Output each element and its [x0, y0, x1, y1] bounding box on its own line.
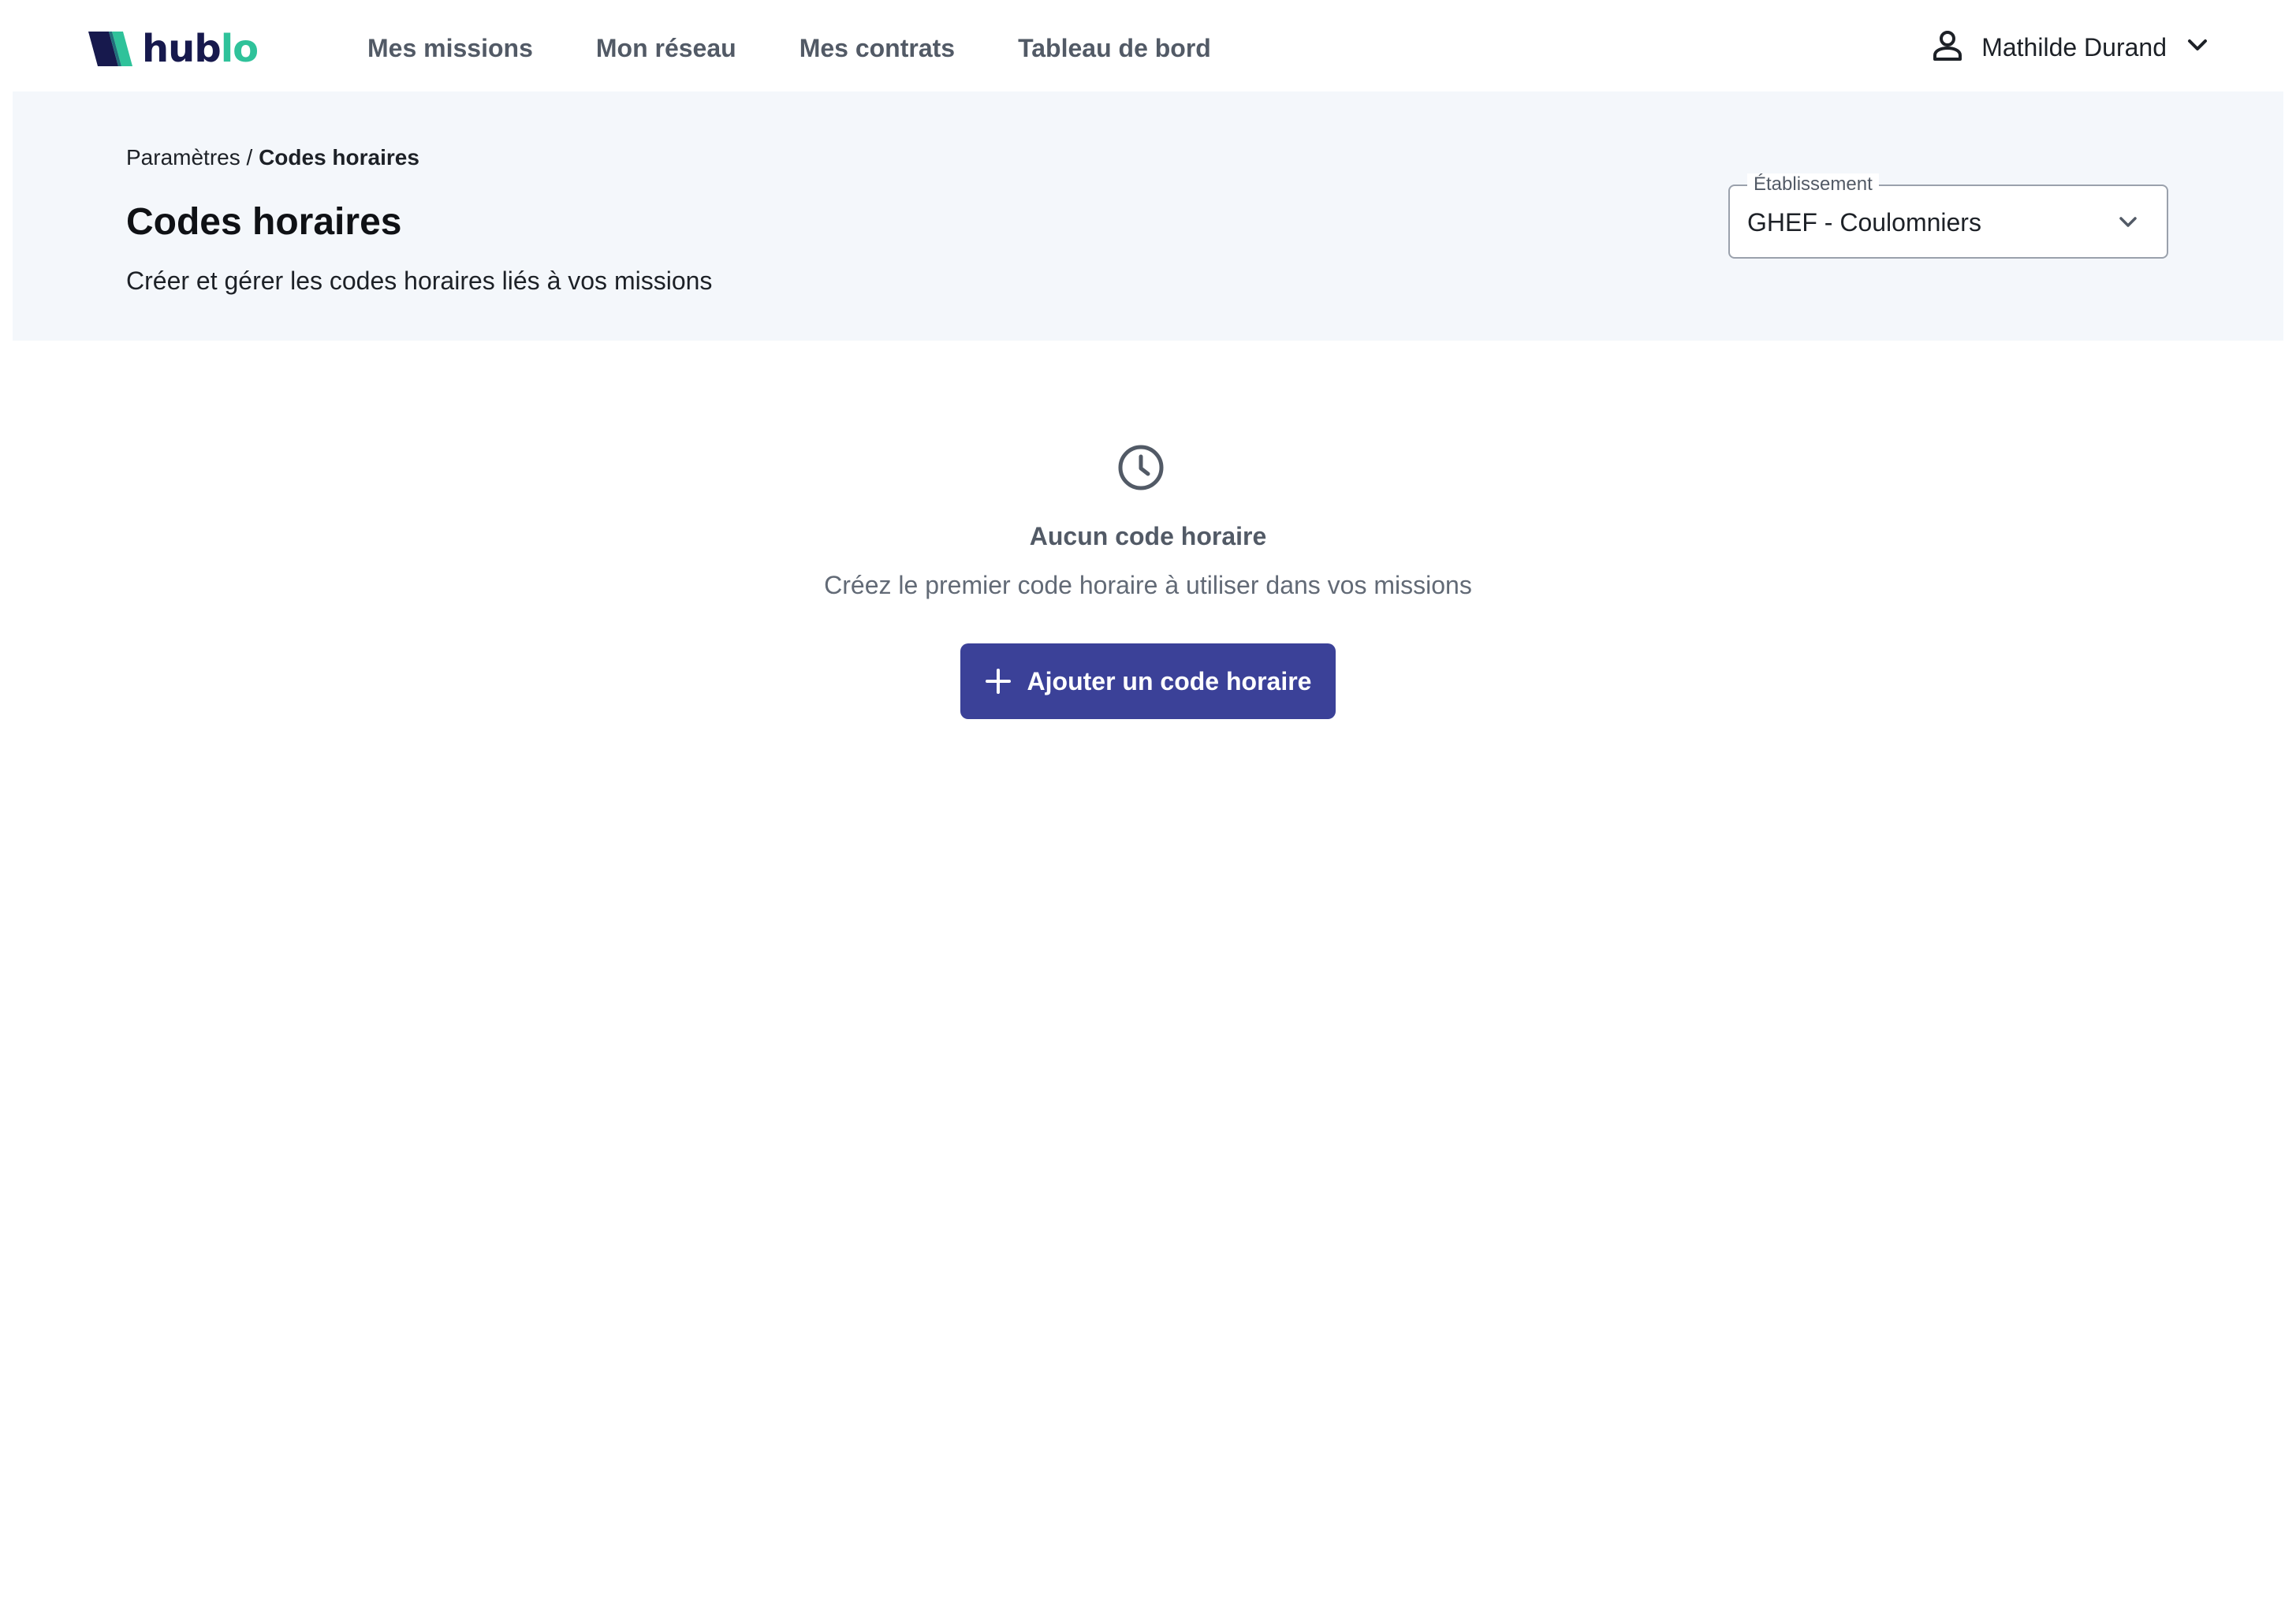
empty-state-description: Créez le premier code horaire à utiliser… — [824, 571, 1472, 599]
nav-item-mes-missions[interactable]: Mes missions — [367, 34, 533, 63]
page-subtitle: Créer et gérer les codes horaires liés à… — [126, 267, 713, 295]
establishment-select-label: Établissement — [1747, 173, 1879, 196]
breadcrumb-parent[interactable]: Paramètres — [126, 145, 240, 170]
user-icon — [1933, 30, 1962, 65]
logo-wordmark: hublo — [142, 27, 259, 71]
user-name: Mathilde Durand — [1981, 32, 2167, 62]
hublo-logo[interactable]: hublo — [88, 27, 259, 71]
main-nav: Mes missions Mon réseau Mes contrats Tab… — [367, 0, 1274, 96]
clock-icon — [1116, 443, 1165, 496]
logo-wordmark-dark: hub — [142, 27, 222, 71]
chevron-down-icon — [2116, 210, 2140, 237]
chevron-down-icon — [2187, 39, 2208, 57]
breadcrumb-separator: / — [240, 145, 259, 170]
breadcrumb: Paramètres / Codes horaires — [126, 145, 419, 170]
empty-state-title: Aucun code horaire — [1029, 522, 1267, 550]
page-title: Codes horaires — [126, 201, 402, 243]
nav-item-tableau-de-bord[interactable]: Tableau de bord — [1018, 34, 1211, 63]
add-time-code-button-label: Ajouter un code horaire — [1027, 666, 1312, 695]
top-navigation-bar: hublo Mes missions Mon réseau Mes contra… — [13, 0, 2283, 91]
user-menu[interactable]: Mathilde Durand — [1933, 0, 2208, 95]
breadcrumb-current: Codes horaires — [259, 145, 419, 170]
establishment-select-value: GHEF - Coulomniers — [1747, 208, 1981, 237]
logo-wordmark-accent: lo — [220, 27, 259, 71]
establishment-select[interactable]: Établissement GHEF - Coulomniers — [1728, 173, 2168, 259]
nav-item-mes-contrats[interactable]: Mes contrats — [800, 34, 955, 63]
add-time-code-button[interactable]: Ajouter un code horaire — [960, 643, 1336, 719]
page-header: Paramètres / Codes horaires Codes horair… — [13, 91, 2283, 341]
logo-mark-icon — [88, 32, 132, 66]
nav-item-mon-reseau[interactable]: Mon réseau — [596, 34, 736, 63]
plus-icon — [985, 668, 1012, 695]
